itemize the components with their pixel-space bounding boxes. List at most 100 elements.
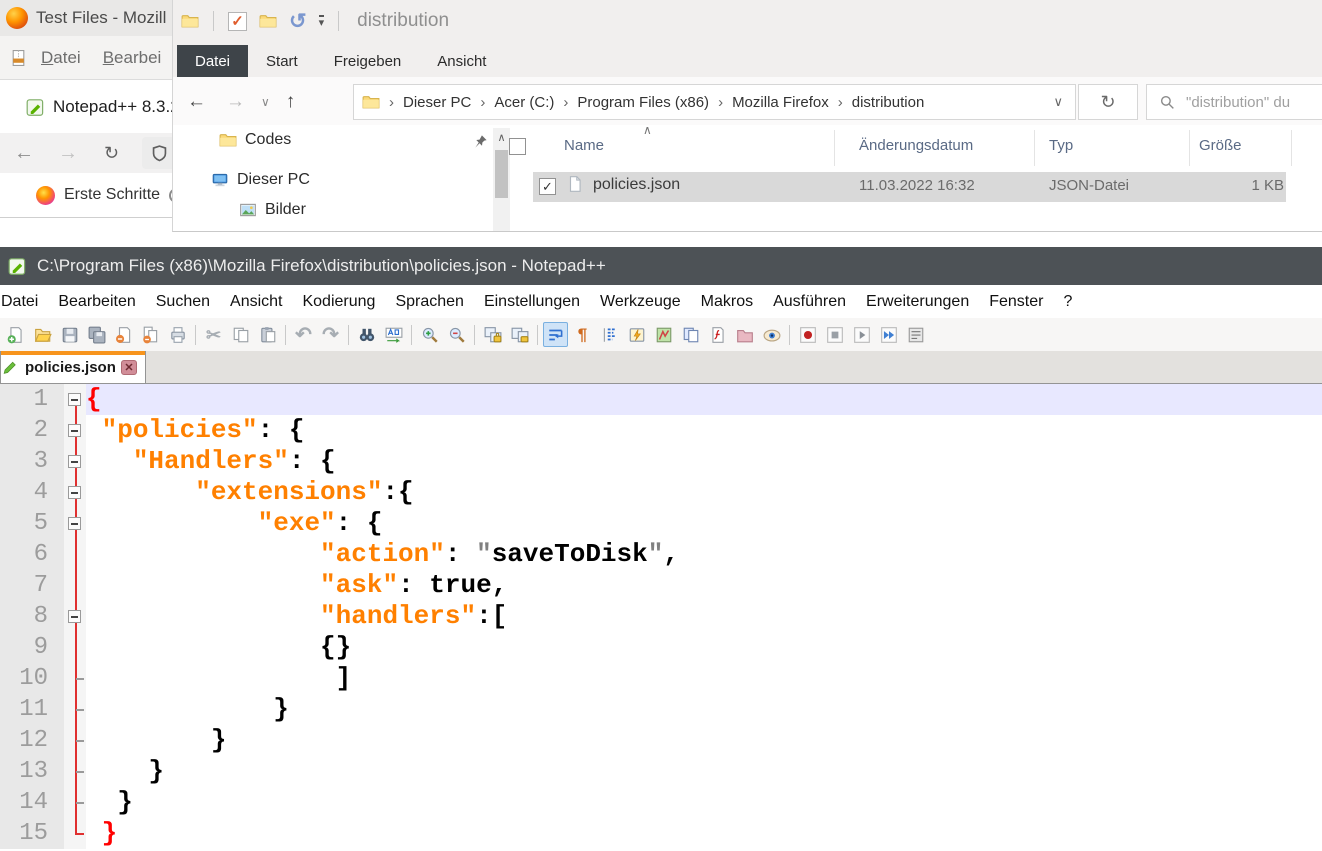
- customize-toolbar-icon[interactable]: ▾: [319, 15, 325, 27]
- ribbon-tab-start[interactable]: Start: [248, 45, 316, 77]
- code-line-4[interactable]: 4 "extensions":{: [0, 477, 1322, 508]
- scrollbar-thumb[interactable]: [495, 150, 508, 198]
- macro-save-icon[interactable]: [903, 322, 928, 347]
- code-line-11[interactable]: 11 }: [0, 694, 1322, 725]
- code-text[interactable]: "policies": {: [86, 415, 1322, 446]
- file-name[interactable]: policies.json: [593, 176, 680, 194]
- breadcrumb-program-files-x86[interactable]: Program Files (x86): [577, 94, 709, 111]
- code-text[interactable]: {: [86, 384, 1322, 415]
- tab-close-icon[interactable]: ✕: [121, 360, 137, 375]
- close-icon[interactable]: [111, 322, 136, 347]
- sort-ascending-icon[interactable]: ∧: [643, 123, 652, 137]
- editor-area[interactable]: 1{2 "policies": {3 "Handlers": {4 "exten…: [0, 384, 1322, 851]
- code-text[interactable]: "ask": true,: [86, 570, 1322, 601]
- ribbon-tab-freigeben[interactable]: Freigeben: [316, 45, 420, 77]
- fold-margin[interactable]: [64, 601, 86, 632]
- code-text[interactable]: ]: [86, 663, 1322, 694]
- doc-switcher-icon[interactable]: [678, 322, 703, 347]
- code-line-15[interactable]: 15 }: [0, 818, 1322, 849]
- bookmark-erste-schritte[interactable]: Erste Schritte: [64, 186, 160, 204]
- code-text[interactable]: }: [86, 694, 1322, 725]
- fold-collapse-icon[interactable]: [68, 517, 81, 530]
- code-line-6[interactable]: 6 "action": "saveToDisk",: [0, 539, 1322, 570]
- undo-icon[interactable]: ↶: [291, 322, 316, 347]
- code-line-9[interactable]: 9 {}: [0, 632, 1322, 663]
- shield-icon[interactable]: [150, 144, 169, 163]
- cut-icon[interactable]: ✂: [201, 322, 226, 347]
- save-icon[interactable]: [57, 322, 82, 347]
- code-text[interactable]: }: [86, 725, 1322, 756]
- npp-menu-ausf-hren[interactable]: Ausführen: [763, 293, 856, 311]
- address-dropdown-icon[interactable]: ∨: [1053, 94, 1063, 110]
- fold-collapse-icon[interactable]: [68, 393, 81, 406]
- indent-guide-icon[interactable]: [597, 322, 622, 347]
- breadcrumb-acer-c[interactable]: Acer (C:): [494, 94, 554, 111]
- nav-back-icon[interactable]: ←: [187, 91, 206, 113]
- code-line-8[interactable]: 8 "handlers":[: [0, 601, 1322, 632]
- sync-vertical-icon[interactable]: [480, 322, 505, 347]
- fold-collapse-icon[interactable]: [68, 455, 81, 468]
- column-separator[interactable]: [1034, 130, 1035, 166]
- fold-collapse-icon[interactable]: [68, 610, 81, 623]
- column-header-name[interactable]: Name: [564, 137, 604, 154]
- ribbon-tab-ansicht[interactable]: Ansicht: [419, 45, 504, 77]
- word-wrap-icon[interactable]: [543, 322, 568, 347]
- undo-icon[interactable]: ↺: [289, 9, 307, 34]
- fold-margin[interactable]: [64, 415, 86, 446]
- macro-run-multiple-icon[interactable]: [876, 322, 901, 347]
- npp-menu-erweiterungen[interactable]: Erweiterungen: [856, 293, 979, 311]
- code-text[interactable]: "action": "saveToDisk",: [86, 539, 1322, 570]
- breadcrumb-mozilla-firefox[interactable]: Mozilla Firefox: [732, 94, 829, 111]
- npp-menu-help[interactable]: ?: [1053, 293, 1082, 311]
- close-all-icon[interactable]: [138, 322, 163, 347]
- search-box[interactable]: "distribution" du: [1146, 84, 1322, 120]
- save-all-icon[interactable]: [84, 322, 109, 347]
- code-line-5[interactable]: 5 "exe": {: [0, 508, 1322, 539]
- code-text[interactable]: "extensions":{: [86, 477, 1322, 508]
- code-text[interactable]: }: [86, 756, 1322, 787]
- breadcrumb-chevron-icon[interactable]: ›: [389, 94, 394, 111]
- code-line-14[interactable]: 14 }: [0, 787, 1322, 818]
- npp-menu-bearbeiten[interactable]: Bearbeiten: [48, 293, 145, 311]
- column-header-modified[interactable]: Änderungsdatum: [859, 137, 973, 154]
- column-separator[interactable]: [1291, 130, 1292, 166]
- zoom-in-icon[interactable]: [417, 322, 442, 347]
- npp-menu-einstellungen[interactable]: Einstellungen: [474, 293, 590, 311]
- open-folder-icon[interactable]: [30, 322, 55, 347]
- redo-icon[interactable]: ↷: [318, 322, 343, 347]
- copy-icon[interactable]: [228, 322, 253, 347]
- npp-menu-ansicht[interactable]: Ansicht: [220, 293, 292, 311]
- sidebar-item-codes[interactable]: Codes: [219, 131, 291, 149]
- npp-menu-fenster[interactable]: Fenster: [979, 293, 1053, 311]
- fold-margin[interactable]: [64, 384, 86, 415]
- code-line-2[interactable]: 2 "policies": {: [0, 415, 1322, 446]
- npp-menu-kodierung[interactable]: Kodierung: [292, 293, 385, 311]
- breadcrumb-chevron-icon[interactable]: ›: [480, 94, 485, 111]
- select-all-checkbox[interactable]: [509, 138, 526, 155]
- firefox-menu-bearbei[interactable]: Bearbei: [103, 48, 162, 68]
- properties-check-icon[interactable]: ✓: [228, 12, 247, 31]
- fold-margin[interactable]: [64, 477, 86, 508]
- new-file-icon[interactable]: [3, 322, 28, 347]
- doc-map-icon[interactable]: [651, 322, 676, 347]
- monitoring-icon[interactable]: [759, 322, 784, 347]
- code-line-7[interactable]: 7 "ask": true,: [0, 570, 1322, 601]
- code-text[interactable]: {}: [86, 632, 1322, 663]
- column-header-type[interactable]: Typ: [1049, 137, 1073, 154]
- breadcrumb-distribution[interactable]: distribution: [852, 94, 925, 111]
- npp-menu-werkzeuge[interactable]: Werkzeuge: [590, 293, 691, 311]
- nav-recent-icon[interactable]: ∨: [261, 95, 270, 109]
- forward-icon[interactable]: →: [58, 143, 78, 163]
- file-checkbox[interactable]: ✓: [539, 178, 556, 195]
- nav-forward-icon[interactable]: →: [226, 91, 245, 113]
- new-folder-icon[interactable]: [259, 12, 277, 30]
- address-bar[interactable]: ›Dieser PC›Acer (C:)›Program Files (x86)…: [353, 84, 1076, 120]
- code-line-3[interactable]: 3 "Handlers": {: [0, 446, 1322, 477]
- macro-play-icon[interactable]: [849, 322, 874, 347]
- back-icon[interactable]: ←: [14, 143, 34, 163]
- sidebar-item-bilder[interactable]: Bilder: [239, 201, 306, 219]
- code-text[interactable]: "Handlers": {: [86, 446, 1322, 477]
- breadcrumb-chevron-icon[interactable]: ›: [838, 94, 843, 111]
- find-icon[interactable]: [354, 322, 379, 347]
- code-line-10[interactable]: 10 ]: [0, 663, 1322, 694]
